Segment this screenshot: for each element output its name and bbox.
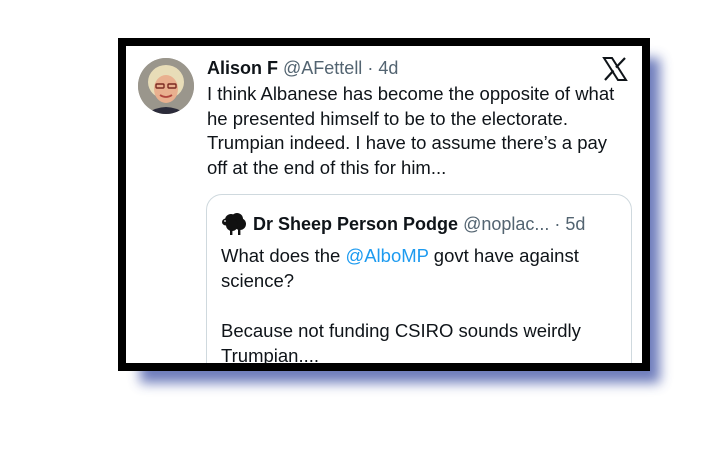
quoted-author-handle[interactable]: @noplac... xyxy=(463,214,549,234)
tweet-timestamp[interactable]: 4d xyxy=(378,58,398,78)
quoted-tweet-header: Dr Sheep Person Podge @noplac... · 5d xyxy=(221,211,585,236)
tweet-card[interactable]: Alison F @AFettell · 4d I think Albanese… xyxy=(118,38,650,371)
author-handle[interactable]: @AFettell xyxy=(283,58,362,78)
quoted-text-start: What does the xyxy=(221,245,346,266)
author-avatar[interactable] xyxy=(138,58,194,114)
tweet-header: Alison F @AFettell · 4d xyxy=(207,56,398,80)
tweet-text: I think Albanese has become the opposite… xyxy=(207,83,615,178)
quoted-tweet[interactable]: Dr Sheep Person Podge @noplac... · 5d Wh… xyxy=(206,194,632,366)
quoted-header-separator: · xyxy=(549,214,566,234)
quoted-tweet-timestamp[interactable]: 5d xyxy=(565,214,585,234)
quoted-tweet-text: What does the @AlboMP govt have against … xyxy=(221,243,621,366)
quoted-text-paragraph-2: Because not funding CSIRO sounds weirdly… xyxy=(221,320,581,366)
mention-link[interactable]: @AlboMP xyxy=(345,245,428,266)
quoted-author-name[interactable]: Dr Sheep Person Podge xyxy=(253,214,458,234)
header-separator: · xyxy=(362,58,379,78)
screenshot-stage: Alison F @AFettell · 4d I think Albanese… xyxy=(0,0,709,456)
x-logo-icon[interactable] xyxy=(602,56,628,82)
author-name[interactable]: Alison F xyxy=(207,58,278,78)
sheep-icon[interactable] xyxy=(221,211,249,235)
